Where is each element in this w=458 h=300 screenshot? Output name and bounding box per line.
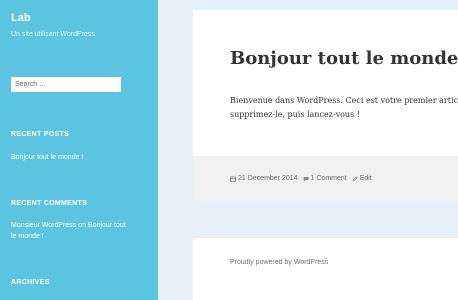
pencil-icon — [352, 175, 358, 181]
post-date-text: 21 December 2014 — [238, 175, 298, 182]
recent-comments-title: RECENT COMMENTS — [11, 200, 88, 207]
post-meta-row: 21 December 2014 1 Comment Edit — [230, 175, 372, 182]
sidebar: Lab Un site utilisant WordPress RECENT P… — [0, 0, 158, 300]
site-description: Un site utilisant WordPress — [11, 31, 95, 38]
archives-title: ARCHIVES — [11, 279, 50, 286]
post-title[interactable]: Bonjour tout le monde ! — [230, 48, 458, 69]
site-footer: Proudly powered by WordPress — [193, 238, 458, 300]
post-comments-text: 1 Comment — [310, 175, 347, 182]
calendar-icon — [230, 176, 236, 182]
post-meta: 21 December 2014 1 Comment Edit — [193, 156, 458, 201]
comment-icon — [303, 176, 309, 181]
post-comments-link[interactable]: 1 Comment — [303, 175, 347, 182]
search-input[interactable] — [11, 77, 121, 92]
post-date[interactable]: 21 December 2014 — [230, 175, 298, 182]
post-edit-text: Edit — [359, 175, 372, 182]
post-content-line: supprimez-le, puis lancez-vous ! — [230, 110, 360, 119]
post-edit-link[interactable]: Edit — [352, 175, 372, 182]
comment-author-link[interactable]: Monsieur WordPress — [11, 222, 76, 229]
post-card: Bonjour tout le monde ! Bienvenue dans W… — [193, 10, 458, 156]
comment-on-text: on — [78, 222, 86, 229]
recent-posts-title: RECENT POSTS — [11, 131, 70, 138]
recent-comment-item: Monsieur WordPress on Bonjour tout le mo… — [11, 220, 131, 242]
site-title[interactable]: Lab — [11, 12, 31, 24]
recent-post-link[interactable]: Bonjour tout le monde ! — [11, 152, 131, 163]
post-content-line: Bienvenue dans WordPress. Ceci est votre… — [230, 96, 458, 105]
footer-credit-link[interactable]: Proudly powered by WordPress — [230, 259, 328, 266]
post-content: Bienvenue dans WordPress. Ceci est votre… — [230, 94, 458, 122]
